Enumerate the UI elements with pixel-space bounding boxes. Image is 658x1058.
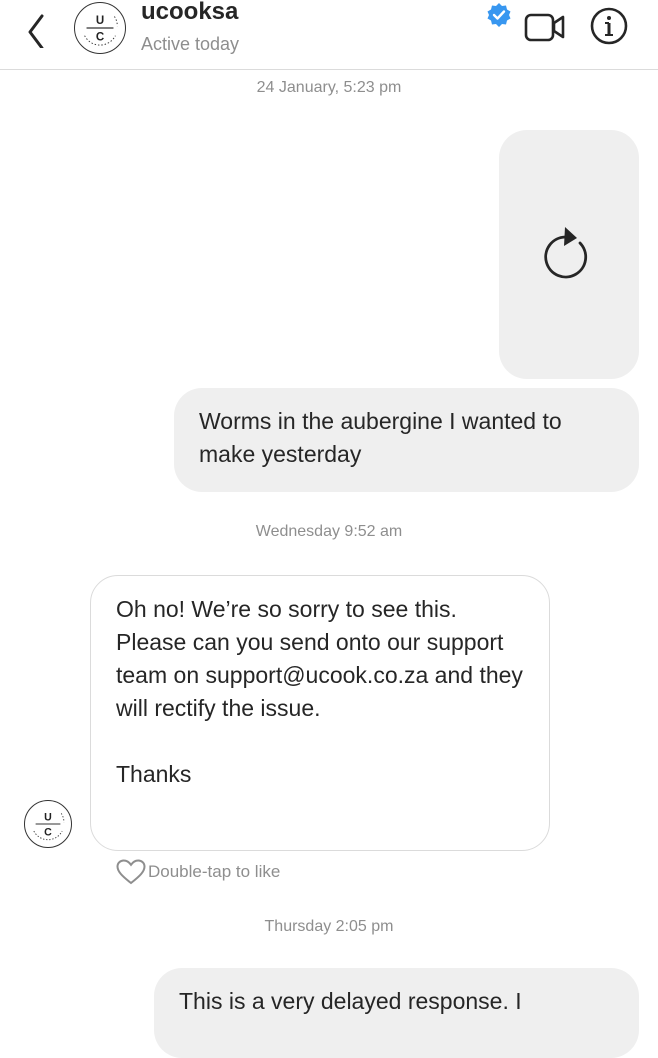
svg-text:C: C	[44, 827, 52, 839]
message-text: This is a very delayed response. I	[179, 988, 522, 1014]
active-status: Active today	[141, 34, 240, 54]
ucook-logo-icon: U C	[84, 15, 118, 46]
sender-avatar[interactable]: U C	[24, 800, 72, 848]
chat-header: U C ucooksa Active today	[0, 0, 658, 70]
profile-avatar[interactable]: U C	[74, 2, 126, 54]
timestamp: 24 January, 5:23 pm	[256, 79, 402, 96]
sent-message[interactable]: Worms in the aubergine I wanted to make …	[174, 388, 639, 492]
sent-message[interactable]: This is a very delayed response. I	[154, 968, 639, 1058]
chat-username[interactable]: ucooksa	[141, 0, 238, 26]
video-call-icon[interactable]	[524, 10, 566, 44]
received-message[interactable]: Oh no! We’re so sorry to see this. Pleas…	[90, 575, 550, 851]
timestamp: Thursday 2:05 pm	[264, 918, 394, 935]
like-hint[interactable]: Double-tap to like	[116, 859, 280, 885]
media-message[interactable]	[499, 130, 639, 379]
back-arrow-icon[interactable]	[22, 8, 52, 48]
message-text: Worms in the aubergine I wanted to make …	[199, 408, 569, 467]
info-icon[interactable]	[589, 6, 629, 46]
svg-text:U: U	[96, 15, 104, 27]
svg-text:U: U	[44, 811, 52, 823]
double-tap-to-like-label: Double-tap to like	[148, 862, 281, 881]
svg-text:C: C	[96, 32, 104, 44]
message-text: Oh no! We’re so sorry to see this. Pleas…	[116, 596, 523, 787]
verified-badge-icon	[487, 3, 511, 27]
heart-icon[interactable]	[116, 859, 146, 885]
ucook-logo-icon: U C	[33, 811, 65, 841]
reload-icon[interactable]	[539, 218, 599, 282]
timestamp: Wednesday 9:52 am	[255, 523, 403, 540]
